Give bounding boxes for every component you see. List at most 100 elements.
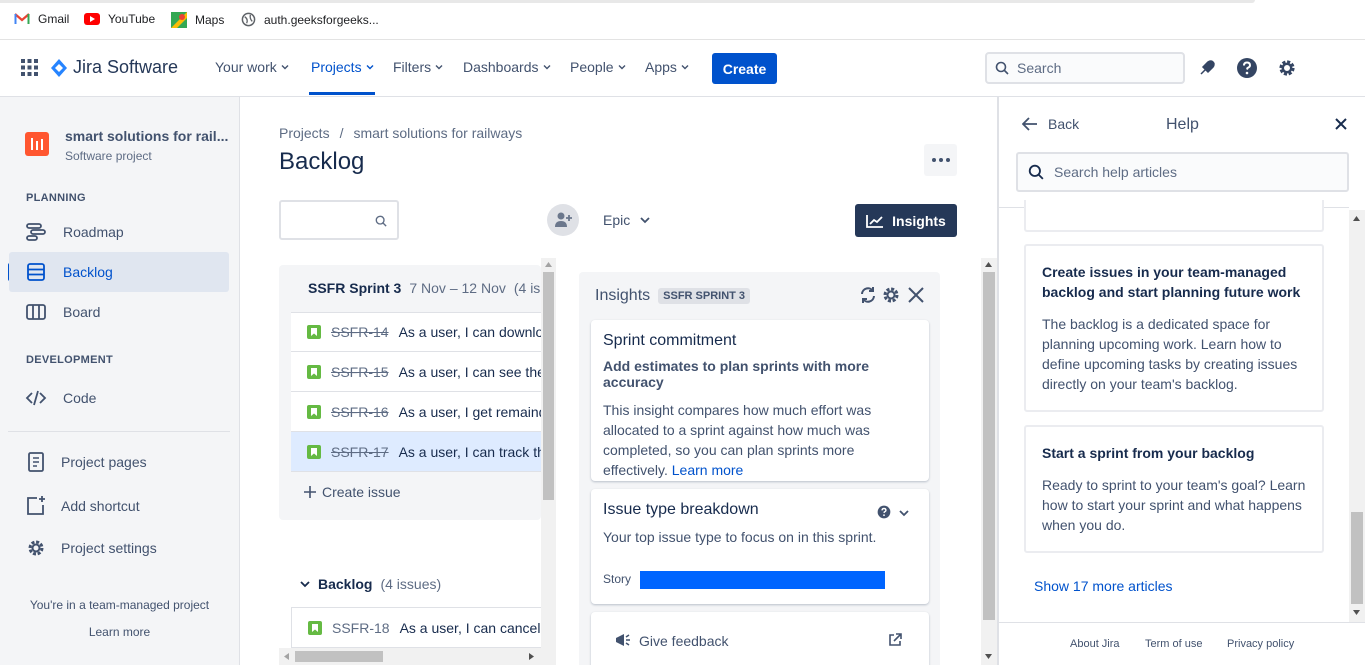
card-subtitle: Add estimates to plan sprints with more …	[603, 358, 870, 390]
page-vertical-scrollbar[interactable]	[981, 258, 997, 665]
project-type: Software project	[65, 149, 152, 163]
help-article-card-partial[interactable]	[1024, 200, 1324, 232]
nav-people[interactable]: People	[570, 59, 626, 75]
sprint-header[interactable]: SSFR Sprint 3 7 Nov – 12 Nov (4 iss	[300, 280, 540, 296]
chart-icon	[866, 214, 884, 228]
scroll-left-icon	[284, 653, 289, 660]
scrollbar-thumb[interactable]	[295, 651, 383, 662]
page-icon	[28, 452, 44, 472]
help-icon[interactable]	[1236, 57, 1258, 79]
bookmark-maps[interactable]: Maps	[171, 12, 224, 28]
help-article-card[interactable]: Create issues in your team-managed backl…	[1024, 244, 1324, 412]
terms-link[interactable]: Term of use	[1145, 638, 1202, 650]
backlog-vertical-scrollbar[interactable]	[541, 258, 556, 665]
sidebar-item-roadmap[interactable]: Roadmap	[9, 212, 229, 252]
issue-key[interactable]: SSFR-15	[331, 364, 389, 380]
sidebar-item-backlog[interactable]: Backlog	[9, 252, 229, 292]
learn-more-link[interactable]: Learn more	[0, 625, 239, 639]
chevron-down-icon[interactable]	[899, 509, 909, 517]
close-icon[interactable]	[907, 286, 925, 304]
project-name[interactable]: smart solutions for rail...	[65, 128, 228, 144]
help-back-button[interactable]: Back	[1022, 116, 1079, 132]
issue-row[interactable]: SSFR-17 As a user, I can track the	[291, 432, 541, 472]
breadcrumb: Projects / smart solutions for railways	[279, 125, 522, 141]
learn-more-link[interactable]: Learn more	[672, 462, 744, 478]
backlog-count: (4 issues)	[380, 576, 442, 592]
sidebar-item-add-shortcut[interactable]: Add shortcut	[9, 486, 229, 526]
nav-apps[interactable]: Apps	[645, 59, 689, 75]
nav-projects[interactable]: Projects	[311, 59, 374, 75]
help-icon[interactable]	[877, 505, 891, 519]
youtube-icon	[84, 13, 100, 25]
more-actions-button[interactable]	[924, 144, 957, 176]
breadcrumb-projects[interactable]: Projects	[279, 125, 330, 141]
settings-icon[interactable]	[881, 285, 901, 305]
notifications-icon[interactable]	[1198, 59, 1216, 77]
about-jira-link[interactable]: About Jira	[1070, 638, 1120, 650]
breadcrumb-project[interactable]: smart solutions for railways	[353, 125, 522, 141]
nav-label: People	[570, 59, 614, 75]
article-title[interactable]: Create issues in your team-managed backl…	[1042, 262, 1306, 302]
issue-row[interactable]: SSFR-15 As a user, I can see the s	[291, 352, 541, 392]
create-button[interactable]: Create	[712, 53, 777, 84]
issue-key[interactable]: SSFR-16	[331, 404, 389, 420]
nav-label: Filters	[393, 59, 432, 75]
sidebar-item-code[interactable]: Code	[9, 378, 229, 418]
settings-icon[interactable]	[1276, 57, 1298, 79]
sidebar-item-project-pages[interactable]: Project pages	[9, 442, 229, 482]
search-input[interactable]: Search	[985, 52, 1185, 84]
external-link-icon	[889, 633, 902, 646]
privacy-link[interactable]: Privacy policy	[1227, 638, 1294, 650]
sidebar-item-project-settings[interactable]: Project settings	[9, 528, 229, 568]
jira-logo[interactable]: Jira Software	[51, 57, 178, 78]
add-people-avatar[interactable]	[547, 204, 579, 236]
add-person-icon	[555, 212, 572, 227]
feedback-card[interactable]: Give feedback	[591, 612, 929, 665]
issue-key[interactable]: SSFR-18	[332, 620, 390, 636]
issue-row[interactable]: SSFR-18 As a user, I can cancel m	[291, 607, 541, 648]
breadcrumb-separator: /	[339, 125, 344, 141]
insights-button[interactable]: Insights	[855, 204, 957, 237]
nav-dashboards[interactable]: Dashboards	[463, 59, 551, 75]
nav-filters[interactable]: Filters	[393, 59, 443, 75]
app-switcher-icon[interactable]	[21, 59, 38, 76]
bookmark-gmail[interactable]: Gmail	[14, 12, 69, 26]
insights-header: Insights SSFR SPRINT 3	[595, 287, 751, 305]
sidebar-item-label: Board	[63, 304, 101, 320]
backlog-header[interactable]: Backlog (4 issues)	[300, 576, 441, 592]
give-feedback-label: Give feedback	[639, 633, 729, 649]
scrollbar-thumb[interactable]	[983, 272, 995, 620]
backlog-horizontal-scrollbar[interactable]	[279, 648, 541, 665]
article-title[interactable]: Start a sprint from your backlog	[1042, 443, 1306, 463]
show-more-articles-link[interactable]: Show 17 more articles	[1034, 578, 1173, 594]
bookmark-label: auth.geeksforgeeks...	[264, 12, 379, 27]
sidebar-item-label: Code	[63, 390, 97, 406]
issue-row[interactable]: SSFR-14 As a user, I can downloa	[291, 312, 541, 352]
backlog-search-input[interactable]	[279, 200, 399, 240]
project-avatar[interactable]	[25, 132, 49, 156]
story-icon	[307, 364, 321, 379]
help-vertical-scrollbar[interactable]	[1349, 210, 1365, 622]
nav-your-work[interactable]: Your work	[215, 59, 289, 75]
bookmark-geeks[interactable]: auth.geeksforgeeks...	[241, 12, 379, 27]
bookmark-youtube[interactable]: YouTube	[84, 12, 155, 26]
help-article-card[interactable]: Start a sprint from your backlog Ready t…	[1024, 425, 1324, 553]
epic-filter[interactable]: Epic	[603, 212, 650, 228]
issue-row[interactable]: SSFR-16 As a user, I get remainde	[291, 392, 541, 432]
story-icon	[307, 404, 321, 419]
issue-summary: As a user, I can see the s	[398, 363, 541, 380]
sidebar-item-board[interactable]: Board	[9, 292, 229, 332]
create-issue-button[interactable]: Create issue	[304, 484, 401, 500]
scrollbar-thumb[interactable]	[1351, 512, 1363, 604]
issue-summary: As a user, I can downloa	[398, 324, 541, 340]
issue-summary: As a user, I get remainde	[398, 403, 541, 420]
issue-key[interactable]: SSFR-17	[331, 444, 389, 460]
scrollbar-thumb[interactable]	[543, 272, 554, 500]
help-search-input[interactable]: Search help articles	[1016, 152, 1349, 192]
issue-key[interactable]: SSFR-14	[331, 324, 389, 340]
scroll-right-icon	[529, 653, 534, 660]
story-bar[interactable]	[640, 571, 885, 589]
close-icon[interactable]	[1335, 118, 1347, 130]
refresh-icon[interactable]	[858, 285, 878, 305]
nav-label: Projects	[311, 59, 362, 75]
